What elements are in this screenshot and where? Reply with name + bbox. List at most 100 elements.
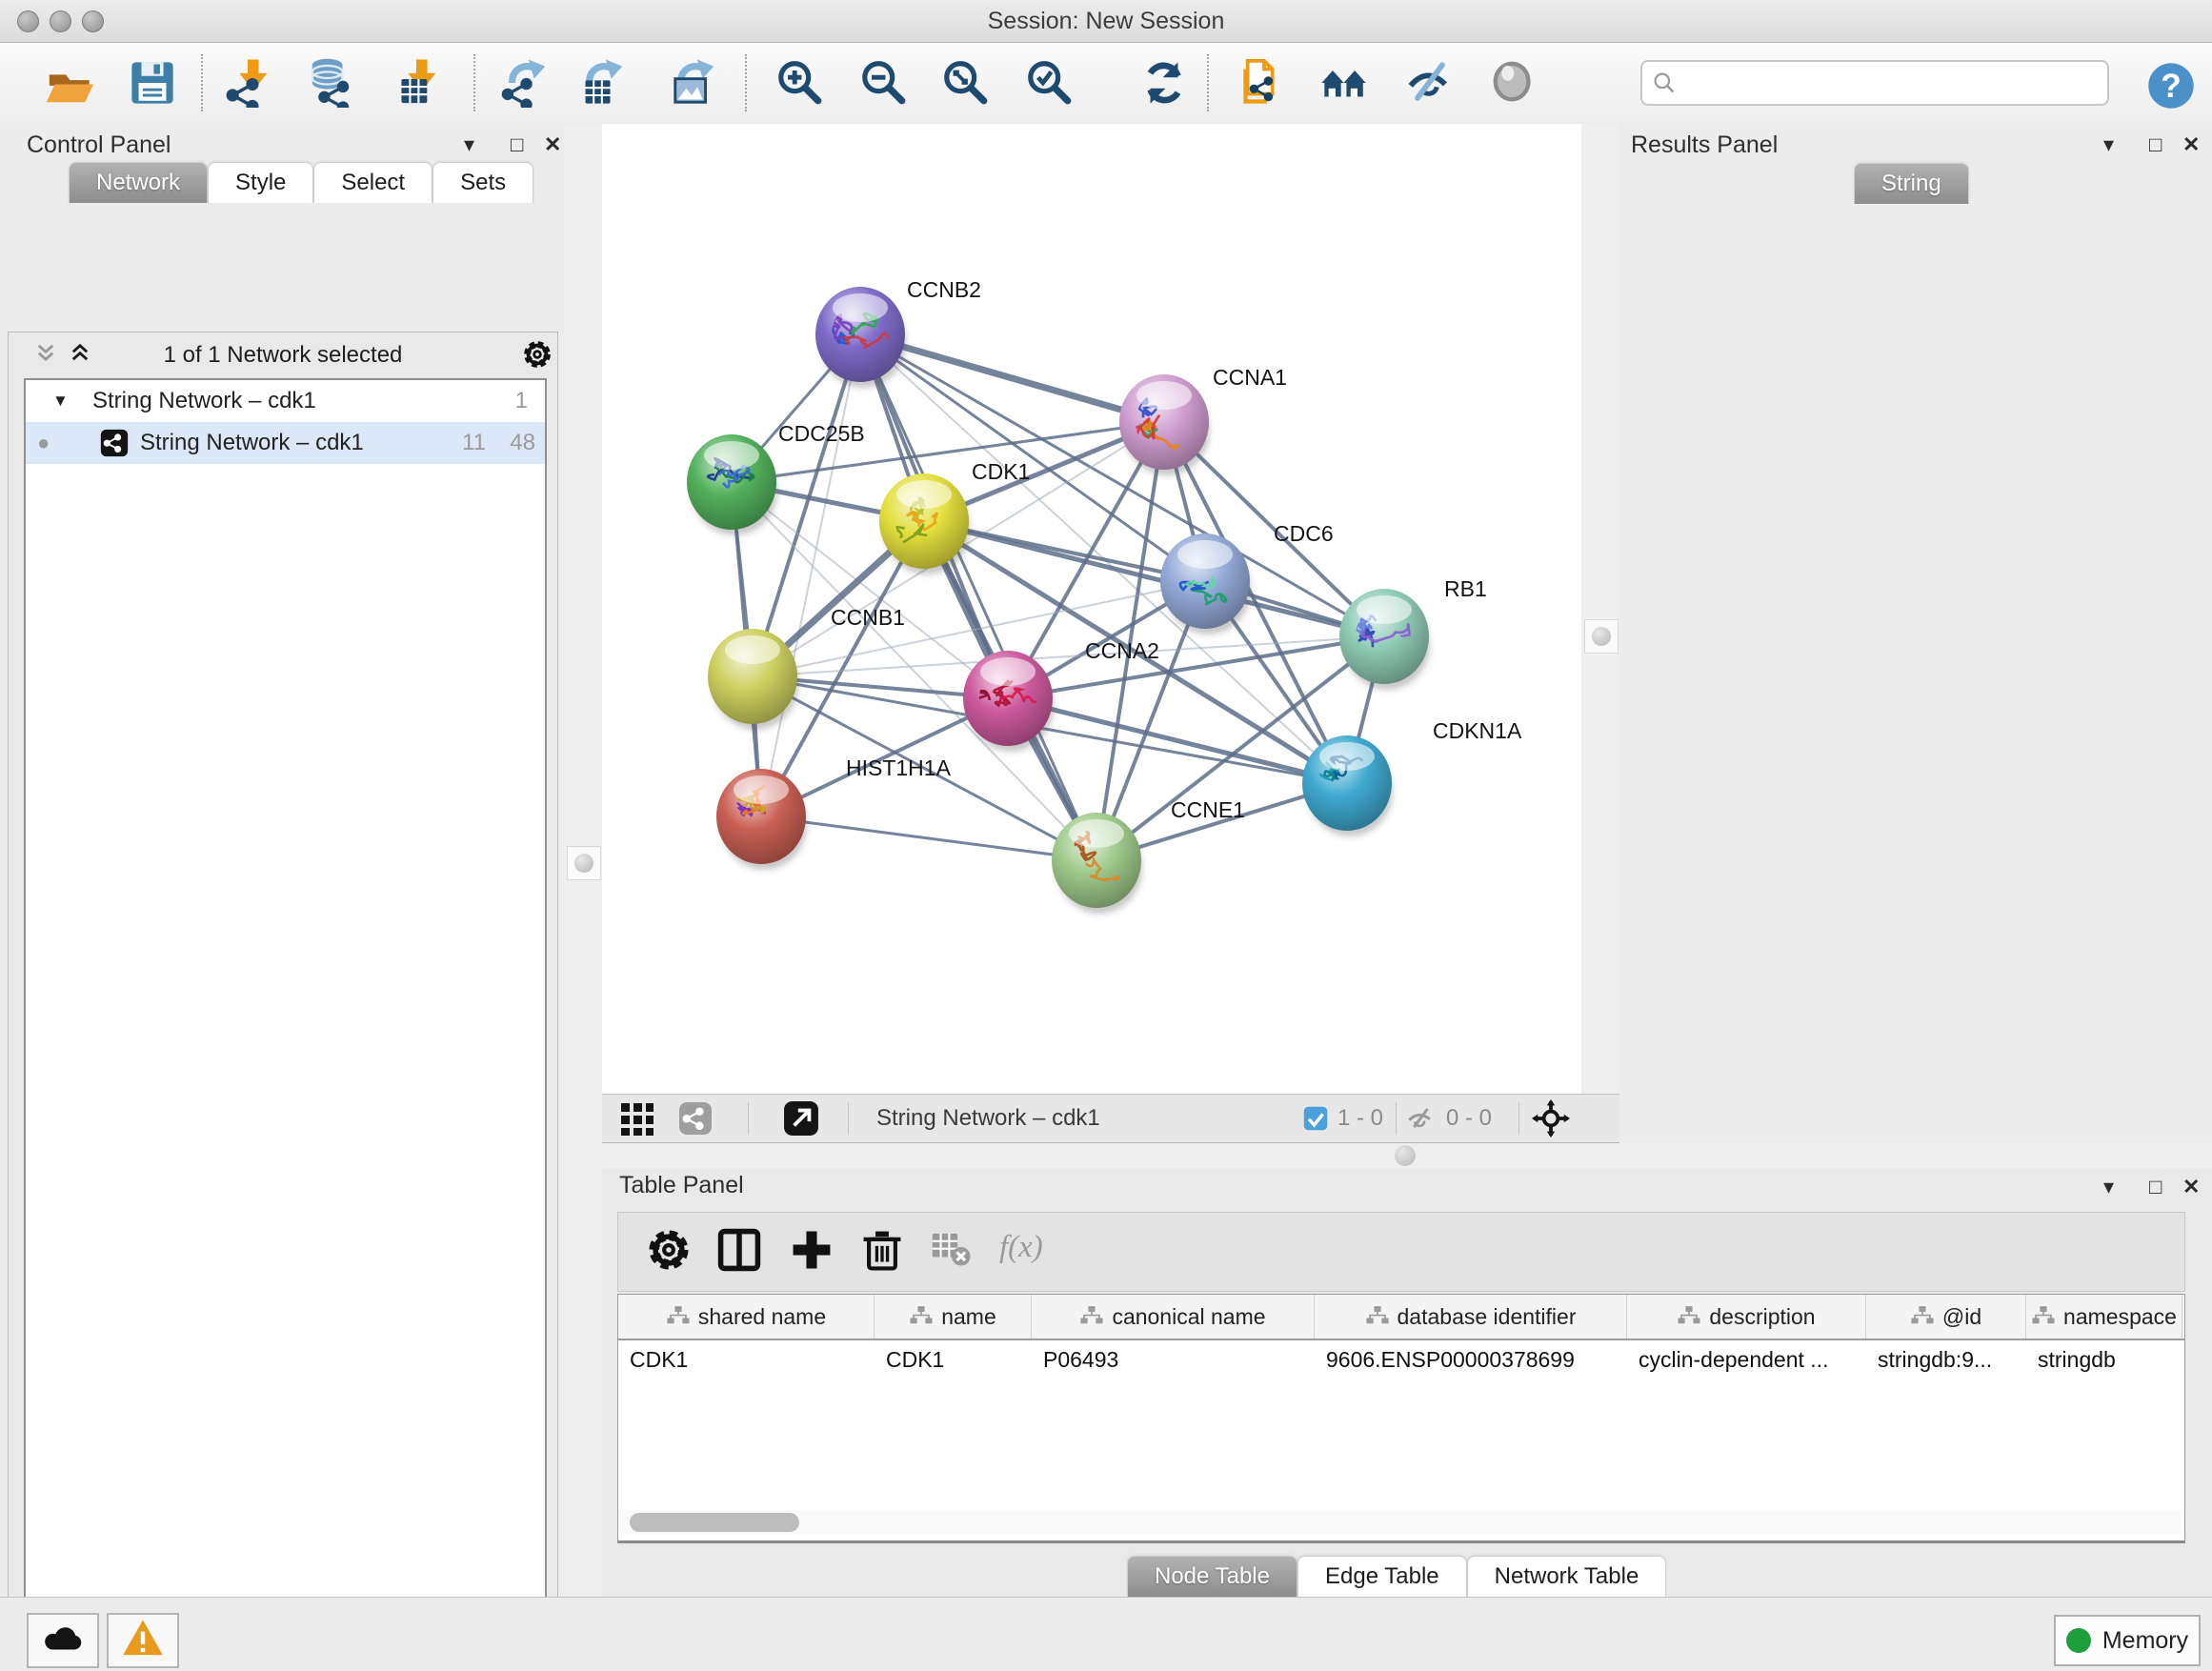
- network-canvas[interactable]: CCNB2CCNA1CDC25BCDK1CDC6RB1CCNB1CCNA2CDK…: [602, 124, 1581, 1094]
- results-panel-menu-icon[interactable]: ▾: [2103, 128, 2114, 162]
- tab-node-table[interactable]: Node Table: [1127, 1556, 1297, 1597]
- show-all-icon[interactable]: [1490, 58, 1539, 108]
- tab-string[interactable]: String: [1854, 163, 1969, 204]
- right-splitter[interactable]: [1581, 124, 1619, 1094]
- control-panel-float-icon[interactable]: □: [511, 128, 523, 162]
- fit-content-crosshair-icon[interactable]: [1532, 1099, 1570, 1142]
- collection-expand-icon[interactable]: ▼: [52, 380, 69, 422]
- selected-node-edge-counts: 1 - 0: [1337, 1095, 1383, 1142]
- results-panel-close-icon[interactable]: ✕: [2182, 128, 2200, 162]
- column-header-shared-name[interactable]: shared name: [618, 1295, 875, 1339]
- horizontal-splitter[interactable]: [602, 1142, 2212, 1168]
- table-options-gear-icon[interactable]: [645, 1226, 694, 1276]
- column-header-name[interactable]: name: [875, 1295, 1032, 1339]
- show-columns-icon[interactable]: [715, 1226, 765, 1276]
- column-header-canonical-name[interactable]: canonical name: [1032, 1295, 1315, 1339]
- birds-eye-view-icon[interactable]: [619, 1101, 654, 1140]
- table-toolbar: f(x): [617, 1212, 2185, 1292]
- export-table-icon[interactable]: [578, 58, 628, 108]
- node-label-CCNB1: CCNB1: [831, 605, 905, 630]
- network-node-CCNB2[interactable]: [815, 287, 906, 388]
- tab-edge-table[interactable]: Edge Table: [1297, 1556, 1467, 1597]
- node-label-RB1: RB1: [1444, 576, 1487, 601]
- network-edge-count: 48: [510, 422, 535, 464]
- memory-button[interactable]: Memory: [2054, 1615, 2201, 1666]
- search-box: [1640, 60, 2109, 106]
- network-node-CDC6[interactable]: [1160, 534, 1251, 634]
- zoom-selected-icon[interactable]: [1025, 58, 1075, 108]
- network-node-CDC25B[interactable]: [687, 434, 777, 535]
- zoom-out-icon[interactable]: [859, 58, 909, 108]
- hide-selected-icon[interactable]: [1405, 58, 1455, 108]
- import-network-database-icon[interactable]: [307, 58, 356, 108]
- zoom-fit-icon[interactable]: [941, 58, 991, 108]
- column-header-label: @id: [1942, 1304, 1981, 1330]
- network-options-gear-icon[interactable]: [521, 338, 553, 375]
- left-splitter-handle[interactable]: [567, 846, 601, 880]
- clear-table-icon[interactable]: [931, 1226, 980, 1276]
- create-column-icon[interactable]: [788, 1226, 837, 1276]
- network-panel: 1 of 1 Network selected ▼ String Network…: [8, 332, 558, 1671]
- network-collection-row[interactable]: ▼ String Network – cdk1 1: [26, 380, 545, 422]
- network-node-HIST1H1A[interactable]: [716, 769, 807, 870]
- help-icon[interactable]: ?: [2146, 61, 2196, 111]
- import-network-file-icon[interactable]: [223, 58, 272, 108]
- toolbar-separator: [201, 54, 203, 111]
- network-row[interactable]: ● String Network – cdk1 11 48: [26, 422, 545, 464]
- import-table-file-icon[interactable]: [392, 58, 441, 108]
- hidden-eye-icon[interactable]: [1406, 1104, 1435, 1137]
- results-panel-title: Results Panel: [1631, 131, 1778, 159]
- column-header-namespace[interactable]: namespace: [2026, 1295, 2182, 1339]
- warnings-button[interactable]: [107, 1613, 179, 1668]
- tab-style[interactable]: Style: [208, 162, 313, 203]
- network-node-CDK1[interactable]: [879, 473, 970, 574]
- network-node-CCNE1[interactable]: [1052, 813, 1142, 914]
- string-import-icon[interactable]: [1239, 58, 1289, 108]
- export-image-icon[interactable]: [670, 58, 719, 108]
- right-splitter-handle[interactable]: [1584, 619, 1619, 654]
- first-neighbors-icon[interactable]: [1320, 58, 1370, 108]
- table-panel-menu-icon[interactable]: ▾: [2103, 1170, 2114, 1204]
- control-panel-close-icon[interactable]: ✕: [544, 128, 561, 162]
- search-input[interactable]: [1640, 60, 2109, 106]
- node-label-CDC25B: CDC25B: [778, 421, 865, 446]
- control-panel-menu-icon[interactable]: ▾: [464, 128, 474, 162]
- network-node-RB1[interactable]: [1339, 589, 1430, 690]
- table-cell: P06493: [1032, 1340, 1315, 1379]
- tab-network[interactable]: Network: [69, 162, 208, 203]
- network-badge-icon[interactable]: [678, 1101, 713, 1140]
- tab-select[interactable]: Select: [313, 162, 432, 203]
- function-builder-icon[interactable]: f(x): [999, 1230, 1049, 1279]
- table-row[interactable]: CDK1CDK1P064939606.ENSP00000378699cyclin…: [618, 1340, 2184, 1379]
- column-header-description[interactable]: description: [1627, 1295, 1866, 1339]
- delete-column-icon[interactable]: [858, 1226, 908, 1276]
- table-cell: stringdb: [2026, 1340, 2182, 1379]
- collection-label: String Network – cdk1: [92, 380, 316, 422]
- results-panel-float-icon[interactable]: □: [2149, 128, 2162, 162]
- node-label-CCNA2: CCNA2: [1085, 638, 1159, 663]
- refresh-icon[interactable]: [1139, 58, 1189, 108]
- table-panel-float-icon[interactable]: □: [2149, 1170, 2162, 1204]
- network-node-CCNA1[interactable]: [1119, 374, 1210, 475]
- horizontal-splitter-handle[interactable]: [1395, 1145, 1416, 1166]
- column-header-database-identifier[interactable]: database identifier: [1315, 1295, 1627, 1339]
- save-session-icon[interactable]: [128, 58, 177, 108]
- left-splitter[interactable]: [564, 124, 602, 1597]
- tab-network-table[interactable]: Network Table: [1467, 1556, 1667, 1597]
- table-tabs: Node Table Edge Table Network Table: [1127, 1556, 1666, 1597]
- network-node-CDKN1A[interactable]: [1302, 735, 1393, 836]
- export-network-icon[interactable]: [501, 58, 551, 108]
- table-panel-close-icon[interactable]: ✕: [2182, 1170, 2200, 1204]
- open-in-window-icon[interactable]: [783, 1100, 819, 1141]
- node-label-CDKN1A: CDKN1A: [1433, 718, 1522, 743]
- network-tree: ▼ String Network – cdk1 1 ● String Netwo…: [24, 378, 547, 1671]
- cloud-status-button[interactable]: [27, 1613, 99, 1668]
- table-horizontal-scrollbar[interactable]: [620, 1510, 2181, 1535]
- column-header--id[interactable]: @id: [1866, 1295, 2026, 1339]
- network-node-CCNB1[interactable]: [708, 629, 798, 730]
- tab-sets[interactable]: Sets: [432, 162, 533, 203]
- table-cell: stringdb:9...: [1866, 1340, 2026, 1379]
- zoom-in-icon[interactable]: [775, 58, 825, 108]
- selected-checkbox-icon[interactable]: [1303, 1106, 1328, 1136]
- open-session-icon[interactable]: [44, 58, 93, 108]
